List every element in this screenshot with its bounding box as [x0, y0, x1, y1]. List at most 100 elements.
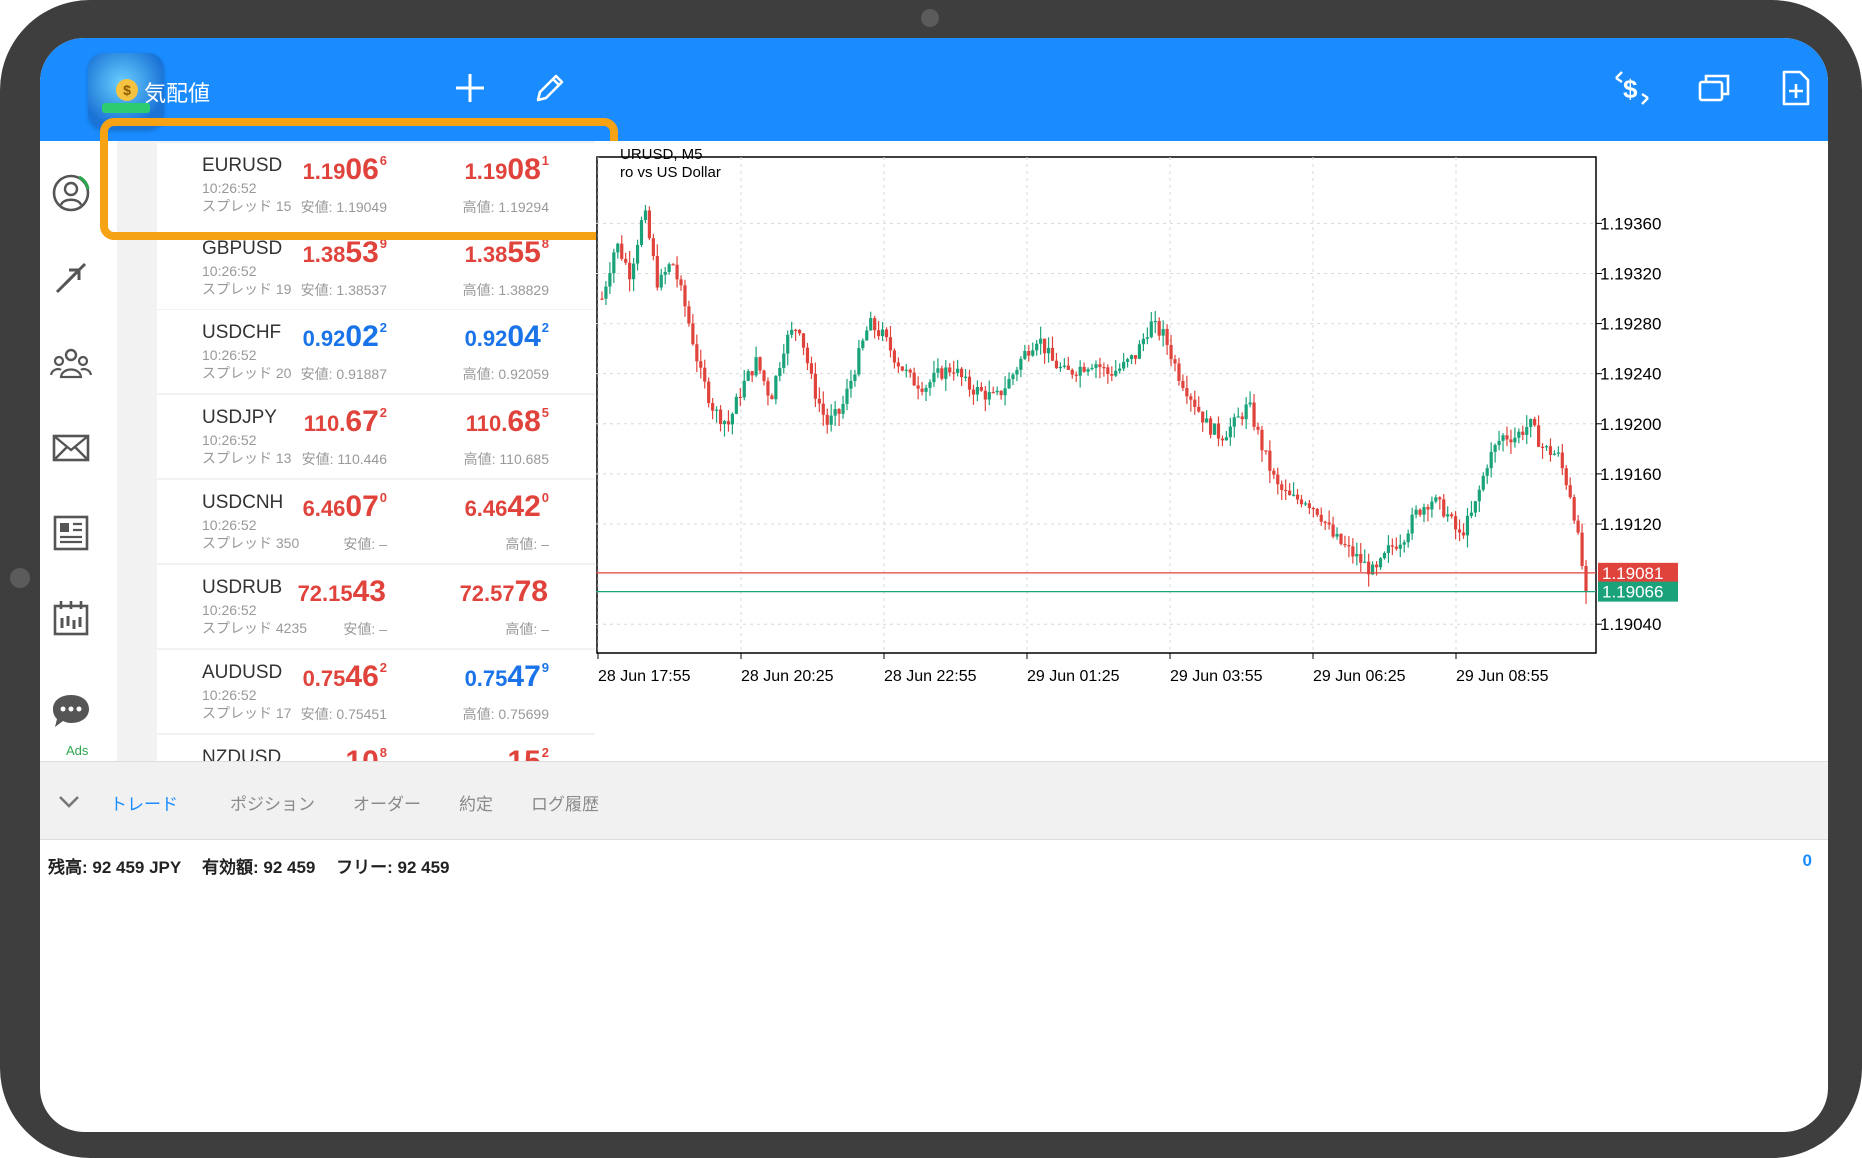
- candle-body: [1054, 360, 1059, 369]
- candle-body: [1145, 337, 1149, 339]
- edit-pencil-icon[interactable]: [528, 66, 572, 110]
- tab-positions[interactable]: ポジション: [230, 790, 315, 815]
- windows-icon[interactable]: [1692, 66, 1736, 110]
- ask-sup: 5: [541, 405, 549, 420]
- quotes-icon[interactable]: [49, 171, 93, 215]
- ask-price: 6.46420: [465, 490, 549, 524]
- bid-price: 108: [345, 745, 387, 761]
- quote-high: 高値: 0.75699: [462, 706, 549, 722]
- highlight-box: [100, 118, 618, 240]
- profit-value: 0: [1802, 851, 1812, 870]
- candle-body: [1477, 489, 1481, 502]
- quote-row-usdchf[interactable]: USDCHF 10:26:52 スプレッド 20 0.92022 0.92042 安値: …: [157, 310, 595, 393]
- tab-orders[interactable]: オーダー: [353, 790, 421, 815]
- candle-body: [975, 386, 980, 395]
- candle-body: [928, 382, 932, 388]
- candle-body: [845, 388, 849, 404]
- candle-body: [1023, 350, 1027, 359]
- add-symbol-icon[interactable]: [448, 66, 492, 110]
- tab-log-history[interactable]: ログ履歴: [531, 790, 599, 815]
- candle-body: [699, 361, 703, 368]
- candle-body: [1390, 545, 1394, 547]
- candle-body: [718, 409, 723, 425]
- candle-body: [671, 264, 675, 266]
- y-tick-label: 1.19120: [1600, 515, 1661, 534]
- trade-arrows-icon[interactable]: [49, 256, 93, 300]
- quote-row-usdjpy[interactable]: USDJPY 10:26:52 スプレッド 13 110.672 110.685 安値: …: [157, 395, 595, 478]
- candle-body: [766, 381, 770, 396]
- news-icon[interactable]: [49, 511, 93, 555]
- candle-body: [1098, 364, 1102, 368]
- candle-body: [1406, 533, 1410, 543]
- candle-body: [691, 323, 695, 345]
- ask-big: 68: [507, 405, 541, 438]
- candle-body: [1208, 418, 1213, 435]
- candle-body: [1465, 515, 1470, 536]
- candle-body: [1529, 418, 1533, 427]
- candle-body: [1276, 474, 1280, 485]
- candle-body: [1291, 494, 1296, 496]
- y-tick-label: 1.19040: [1600, 615, 1661, 634]
- candle-body: [833, 409, 837, 416]
- candle-body: [1493, 445, 1497, 452]
- new-document-icon[interactable]: [1774, 66, 1818, 110]
- candle-body: [1102, 367, 1106, 369]
- candle-body: [1153, 321, 1157, 323]
- candle-body: [782, 353, 786, 368]
- candle-body: [1485, 468, 1489, 476]
- candle-body: [667, 264, 671, 272]
- economic-calendar-icon[interactable]: [49, 596, 93, 640]
- candle-body: [1394, 546, 1398, 549]
- candle-body: [1212, 423, 1217, 435]
- candle-body: [1007, 379, 1011, 389]
- ask-big: 55: [507, 236, 541, 269]
- currency-exchange-icon[interactable]: $: [1610, 66, 1654, 110]
- candle-body: [853, 374, 857, 381]
- candle-body: [1568, 485, 1572, 498]
- candle-body: [1133, 355, 1138, 359]
- equity-text: 有効額: 92 459: [201, 858, 316, 877]
- ask-price: 72.5778: [460, 575, 549, 609]
- bid-sup: 8: [379, 745, 387, 760]
- candle-body: [1189, 396, 1193, 400]
- quote-row-usdcnh[interactable]: USDCNH 10:26:52 スプレッド 350 6.46070 6.46420 安値:…: [157, 480, 595, 563]
- candle-body: [1461, 532, 1466, 536]
- candlestick-chart[interactable]: 28 Jun 17:55 28 Jun 20:25 28 Jun 22:55 29 J…: [596, 141, 1828, 761]
- chat-icon[interactable]: [49, 689, 93, 733]
- candle-body: [865, 330, 869, 341]
- candle-body: [1205, 418, 1209, 423]
- candle-body: [675, 264, 679, 280]
- tab-trade[interactable]: トレード: [110, 790, 178, 815]
- quote-time: 10:26:52: [202, 263, 257, 279]
- bid-big: 07: [345, 490, 379, 523]
- bid-sup: 2: [379, 320, 387, 335]
- candle-body: [1327, 522, 1331, 525]
- candle-body: [1580, 532, 1584, 566]
- candle-body: [1011, 374, 1015, 380]
- candle-body: [1141, 338, 1145, 345]
- candle-body: [971, 389, 976, 395]
- candle-body: [651, 238, 655, 256]
- community-icon[interactable]: [49, 341, 93, 385]
- bid-base: 72.15: [297, 581, 353, 606]
- quote-spread: スプレッド 17: [202, 705, 292, 721]
- quote-low: 安値: –: [343, 621, 387, 637]
- x-tick-label: 28 Jun 22:55: [884, 668, 977, 685]
- candle-body: [1481, 475, 1485, 490]
- quote-row-audusd[interactable]: AUDUSD 10:26:52 スプレッド 17 0.75462 0.75479 安値: …: [157, 650, 595, 733]
- candle-body: [940, 368, 944, 379]
- quote-row-usdrub[interactable]: USDRUB 10:26:52 スプレッド 4235 72.1543 72.5778 安値…: [157, 565, 595, 648]
- terminal-tabs: トレード ポジション オーダー 約定 ログ履歴: [40, 761, 1828, 840]
- chevron-down-icon[interactable]: [54, 786, 84, 816]
- candle-body: [1402, 542, 1406, 545]
- quote-symbol: GBPUSD: [202, 238, 283, 259]
- candle-body: [1442, 499, 1446, 517]
- tab-deals[interactable]: 約定: [459, 790, 493, 815]
- candle-body: [952, 372, 956, 374]
- mail-icon[interactable]: [49, 426, 93, 470]
- candle-body: [999, 390, 1003, 396]
- quote-row-nzdusd[interactable]: NZDUSD 108 152: [157, 735, 595, 761]
- bars-icon: [102, 103, 150, 113]
- bid-base: 110.: [303, 411, 346, 436]
- chart-panel[interactable]: 28 Jun 17:55 28 Jun 20:25 28 Jun 22:55 29 J…: [596, 141, 1828, 761]
